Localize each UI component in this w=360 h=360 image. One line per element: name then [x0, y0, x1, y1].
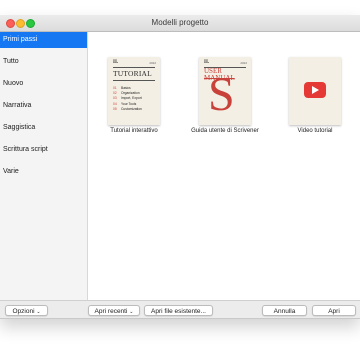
year-label: 2022	[149, 61, 156, 65]
template-user-manual-thumbnail[interactable]: II. 2022 USER MANUAL S	[199, 57, 251, 125]
sidebar-item-primi-passi[interactable]: Primi passi	[0, 32, 87, 48]
open-button[interactable]: Apri	[312, 305, 356, 316]
roman-numeral: II.	[204, 60, 210, 65]
scrivener-s-glyph: S	[208, 68, 235, 121]
roman-numeral: II.	[113, 60, 119, 65]
divider	[113, 80, 155, 81]
chevron-down-icon: ⌄	[36, 309, 41, 315]
template-tutorial-label[interactable]: Tutorial interattivo	[89, 128, 179, 134]
template-grid: II. 2022 TUTORIAL 01 Basics 02 Organizatio…	[88, 32, 360, 300]
sidebar-item-varie[interactable]: Varie	[0, 164, 87, 180]
category-sidebar: Primi passi Tutto Nuovo Narrativa Saggis…	[0, 32, 88, 300]
year-label: 2022	[240, 61, 247, 65]
options-label: Opzioni	[12, 308, 35, 315]
toc-list: 01 Basics 02 Organization 03 Import, Export…	[113, 86, 142, 112]
play-icon	[304, 82, 326, 98]
template-video-label[interactable]: Video tutorial	[270, 128, 360, 134]
template-video-thumbnail[interactable]	[289, 57, 341, 125]
sidebar-item-nuovo[interactable]: Nuovo	[0, 76, 87, 92]
tutorial-heading: TUTORIAL	[113, 69, 152, 78]
open-recent-label: Apri recenti	[94, 308, 128, 315]
chevron-down-icon: ⌄	[129, 309, 134, 315]
toc-item: 05 Customization	[113, 106, 142, 111]
footer-bar: Opzioni ⌄ Apri recenti ⌄ Apri file esist…	[0, 300, 360, 318]
title-bar: Modelli progetto	[0, 15, 360, 32]
template-tutorial-thumbnail[interactable]: II. 2022 TUTORIAL 01 Basics 02 Organizatio…	[108, 57, 160, 125]
sidebar-item-scrittura-script[interactable]: Scrittura script	[0, 142, 87, 158]
project-templates-window: Modelli progetto Primi passi Tutto Nuovo…	[0, 15, 360, 319]
sidebar-item-narrativa[interactable]: Narrativa	[0, 98, 87, 114]
template-user-manual-label[interactable]: Guida utente di Scrivener	[180, 128, 270, 134]
options-popup-button[interactable]: Opzioni ⌄	[5, 305, 48, 316]
open-recent-button[interactable]: Apri recenti ⌄	[88, 305, 140, 316]
cancel-button[interactable]: Annulla	[262, 305, 307, 316]
divider	[113, 67, 155, 68]
sidebar-item-tutto[interactable]: Tutto	[0, 54, 87, 70]
open-existing-file-button[interactable]: Apri file esistente...	[144, 305, 213, 316]
window-title: Modelli progetto	[151, 18, 209, 27]
sidebar-item-saggistica[interactable]: Saggistica	[0, 120, 87, 136]
